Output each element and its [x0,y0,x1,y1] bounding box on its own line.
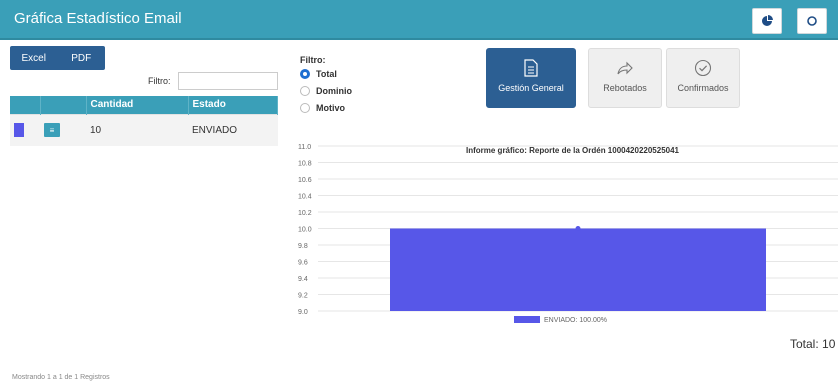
pdf-button[interactable]: PDF [58,53,106,64]
table-header-row: Cantidad Estado [10,96,278,114]
y-tick-label: 10.8 [298,161,312,168]
circle-icon [807,16,817,26]
card-label: Gestión General [498,83,564,93]
y-tick-label: 11.0 [298,144,311,151]
table-filter-label: Filtro: [148,76,171,86]
chart-title: Informe gráfico: Reporte de la Ordén 100… [466,146,679,155]
card-gestion-general[interactable]: Gestión General [486,48,576,108]
radio-icon[interactable] [300,86,310,96]
page-header: Gráfica Estadístico Email [0,0,838,40]
legend-label: ENVIADO: 100.00% [544,317,607,324]
y-tick-label: 9.0 [298,309,308,316]
card-label: Rebotados [603,83,647,93]
filter-title: Filtro: [300,55,326,65]
bar-marker-point [575,226,581,231]
y-tick-label: 9.4 [298,276,308,283]
pie-chart-button[interactable] [752,8,782,34]
radio-selected-icon[interactable] [300,69,310,79]
column-header-cantidad[interactable]: Cantidad [86,96,189,114]
table-row: ≡ 10 ENVIADO [10,113,278,146]
y-tick-label: 10.0 [298,227,312,234]
estado-cell: ENVIADO [188,113,278,146]
total-count: Total: 10 [790,337,836,351]
radio-icon[interactable] [300,103,310,113]
share-arrow-icon [617,61,633,75]
filter-option-label: Total [316,69,337,79]
filter-option-label: Motivo [316,103,345,113]
y-tick-label: 9.6 [298,260,308,267]
y-tick-label: 10.4 [298,194,312,201]
card-rebotados[interactable]: Rebotados [588,48,662,108]
export-buttons: Excel PDF [10,46,105,70]
footer-note: Mostrando 1 a 1 de 1 Registros [12,374,110,381]
legend-swatch [514,316,540,323]
filter-option-label: Dominio [316,86,352,96]
filter-option-total[interactable]: Total [300,69,337,79]
list-icon[interactable]: ≡ [44,123,60,138]
y-tick-label: 10.6 [298,177,312,184]
action-cell: ≡ [40,113,86,146]
card-confirmados[interactable]: Confirmados [666,48,740,108]
results-table: Cantidad Estado ≡ 10 ENVIADO [10,96,278,146]
card-label: Confirmados [677,83,729,93]
check-circle-icon [694,59,712,77]
column-header-color[interactable] [10,96,41,114]
y-tick-label: 9.2 [298,293,308,300]
circle-button[interactable] [797,8,827,34]
column-header-estado[interactable]: Estado [188,96,278,114]
column-header-action[interactable] [40,96,87,114]
color-swatch [14,123,24,138]
y-tick-label: 10.2 [298,210,312,217]
table-filter-input[interactable] [178,72,278,90]
pie-chart-icon [762,15,773,26]
filter-option-motivo[interactable]: Motivo [300,103,345,113]
excel-button[interactable]: Excel [10,53,58,64]
bar-enviado [390,228,766,311]
page-title: Gráfica Estadístico Email [14,10,182,27]
color-cell [10,113,40,146]
y-tick-label: 9.8 [298,243,308,250]
document-icon [524,59,538,77]
filter-option-dominio[interactable]: Dominio [300,86,352,96]
cantidad-cell: 10 [86,113,188,146]
